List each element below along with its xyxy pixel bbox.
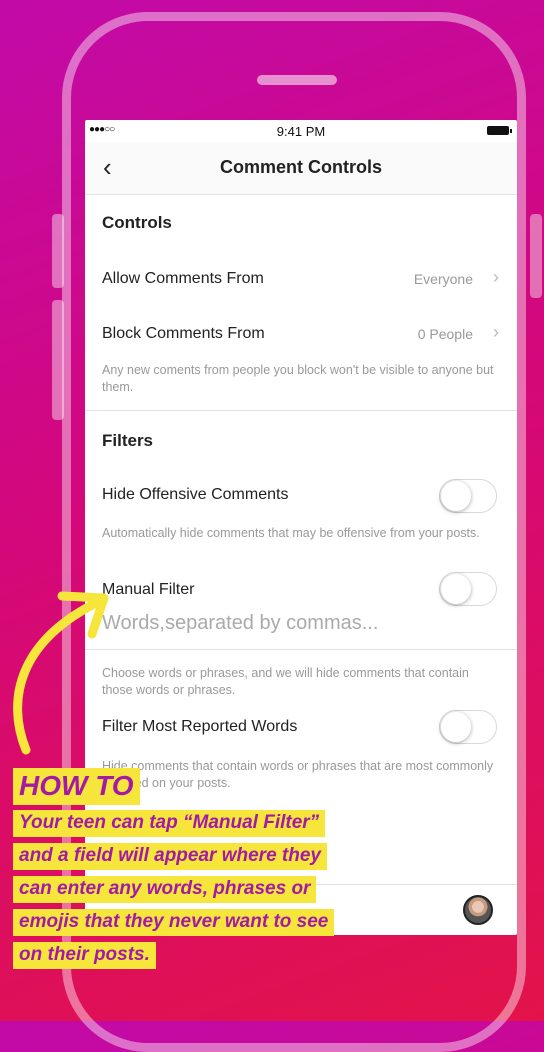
volume-up-button <box>52 214 64 288</box>
block-note: Any new coments from people you block wo… <box>102 363 494 394</box>
caption-line: on their posts. <box>13 942 156 969</box>
filters-section-title: Filters <box>102 431 154 450</box>
caption-line: and a field will appear where they <box>13 843 327 870</box>
nav-bar: ‹ Comment Controls <box>85 142 517 195</box>
most-reported-note: Hide comments that contain words or phra… <box>102 759 494 790</box>
curved-arrow-icon <box>13 591 109 755</box>
power-button <box>530 214 542 298</box>
battery-icon <box>487 126 512 135</box>
most-reported-toggle[interactable] <box>439 710 497 744</box>
status-time: 9:41 PM <box>276 124 326 139</box>
controls-section-title: Controls <box>102 213 172 232</box>
block-comments-from-label[interactable]: Block Comments From <box>102 325 265 343</box>
manual-filter-toggle[interactable] <box>439 572 497 606</box>
caption-line: can enter any words, phrases or <box>13 876 317 903</box>
volume-down-button <box>52 300 64 420</box>
hide-offensive-note: Automatically hide comments that may be … <box>102 526 480 540</box>
manual-filter-words-input[interactable] <box>102 612 497 635</box>
allow-comments-from-label[interactable]: Allow Comments From <box>102 270 264 288</box>
caption-line: emojis that they never want to see <box>13 909 335 936</box>
howto-title-text: HOW TO <box>13 768 140 805</box>
allow-comments-from-value[interactable]: Everyone <box>414 271 473 287</box>
profile-avatar-icon[interactable] <box>463 895 493 925</box>
phone-speaker <box>257 75 337 85</box>
howto-title: HOW TO <box>13 768 140 805</box>
section-divider <box>85 410 517 411</box>
caption-line: Your teen can tap “Manual Filter” <box>13 810 326 837</box>
status-bar: ●●●○○ 9:41 PM <box>85 120 517 142</box>
chevron-right-icon[interactable]: › <box>493 267 499 288</box>
block-comments-from-value[interactable]: 0 People <box>418 326 473 342</box>
howto-caption: Your teen can tap “Manual Filter” and a … <box>13 810 453 975</box>
hide-offensive-toggle[interactable] <box>439 479 497 513</box>
page-title: Comment Controls <box>220 157 382 177</box>
manual-filter-note: Choose words or phrases, and we will hid… <box>102 666 469 697</box>
hide-offensive-label: Hide Offensive Comments <box>102 486 289 503</box>
most-reported-label: Filter Most Reported Words <box>102 718 298 735</box>
section-divider <box>85 649 517 650</box>
chevron-right-icon[interactable]: › <box>493 322 499 343</box>
